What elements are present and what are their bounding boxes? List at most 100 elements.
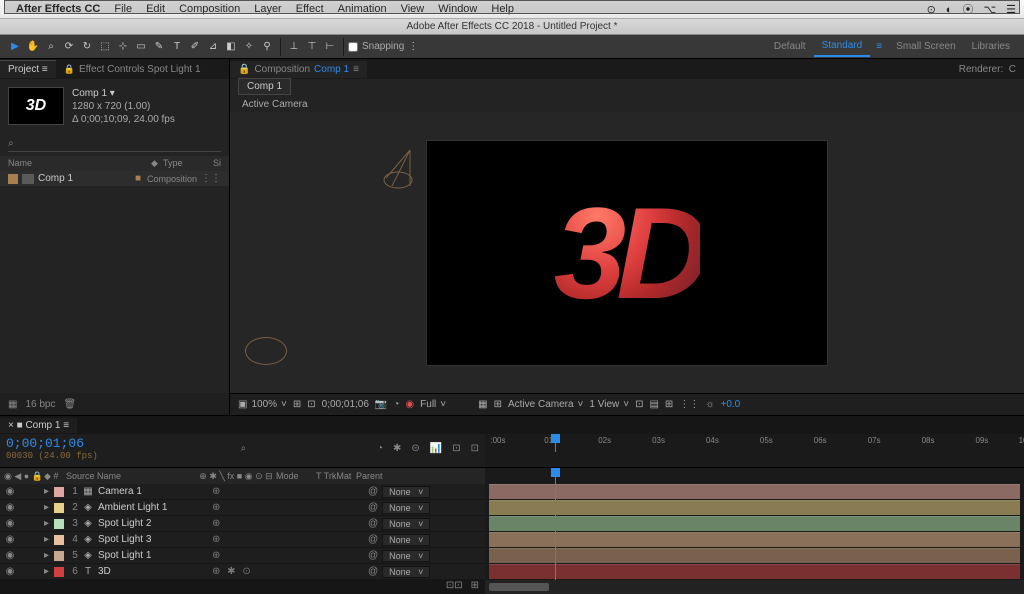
shape-tool[interactable]: ▭ bbox=[132, 38, 150, 56]
layer-track-bar[interactable] bbox=[489, 532, 1020, 547]
resolution-dropdown[interactable]: Full ˅ bbox=[420, 399, 446, 410]
project-item-comp1[interactable]: Comp 1 ■ Composition ⋮⋮ bbox=[0, 171, 229, 186]
type-tool[interactable]: T bbox=[168, 38, 186, 56]
col-trkmat[interactable]: T TrkMat bbox=[316, 471, 356, 481]
toggle-switches-icon[interactable]: ⊡⊡ bbox=[446, 580, 463, 594]
effect-controls-tab[interactable]: 🔒Effect Controls Spot Light 1 bbox=[56, 61, 209, 78]
selection-tool[interactable]: ▶ bbox=[6, 38, 24, 56]
snapshot-icon[interactable]: 📷 bbox=[375, 399, 387, 410]
track-area[interactable] bbox=[485, 468, 1024, 580]
fast-draft-icon[interactable]: ⊞ bbox=[665, 399, 673, 410]
zoom-tool[interactable]: ⌕ bbox=[42, 38, 60, 56]
comp-name[interactable]: Comp 1 ▾ bbox=[72, 87, 175, 100]
timeline-timecode[interactable]: 0;00;01;06 bbox=[6, 436, 98, 451]
project-search[interactable]: ⌕ bbox=[8, 138, 221, 152]
parent-dropdown[interactable]: None ˅ bbox=[382, 518, 430, 530]
visibility-icon[interactable]: ◉ bbox=[4, 566, 16, 577]
pickwhip-icon[interactable]: @ bbox=[368, 502, 378, 513]
visibility-icon[interactable]: ◉ bbox=[4, 518, 16, 529]
layer-track-bar[interactable] bbox=[489, 484, 1020, 499]
view-dropdown[interactable]: Active Camera ˅ bbox=[508, 399, 583, 410]
visibility-icon[interactable]: ◉ bbox=[4, 534, 16, 545]
visibility-icon[interactable]: ◉ bbox=[4, 486, 16, 497]
time-ruler[interactable]: :00s01s02s03s04s05s06s07s08s09s10s bbox=[485, 434, 1024, 452]
layer-row[interactable]: ◉▸4◈Spot Light 3⊕@None ˅ bbox=[0, 532, 485, 548]
layer-name[interactable]: Spot Light 1 bbox=[94, 550, 208, 561]
pickwhip-icon[interactable]: @ bbox=[368, 550, 378, 561]
axis-local-icon[interactable]: ⊥ bbox=[285, 38, 303, 56]
layer-switches[interactable]: ⊕ bbox=[208, 486, 288, 497]
orbit-tool[interactable]: ⟳ bbox=[60, 38, 78, 56]
col-source-name[interactable]: Source Name bbox=[66, 471, 196, 481]
col-parent[interactable]: Parent bbox=[356, 471, 481, 481]
parent-dropdown[interactable]: None ˅ bbox=[382, 566, 430, 578]
composition-viewer[interactable]: 3D 3D bbox=[230, 112, 1024, 393]
motion-blur-icon[interactable]: ⊝ bbox=[411, 443, 419, 454]
timeline-tab[interactable]: × ■ Comp 1 ≡ bbox=[0, 418, 77, 433]
playhead[interactable] bbox=[555, 434, 556, 452]
pickwhip-icon[interactable]: @ bbox=[368, 534, 378, 545]
layer-name[interactable]: Spot Light 2 bbox=[94, 518, 208, 529]
parent-dropdown[interactable]: None ˅ bbox=[382, 534, 430, 546]
time-navigator[interactable] bbox=[489, 583, 549, 591]
axis-world-icon[interactable]: ⊤ bbox=[303, 38, 321, 56]
axis-view-icon[interactable]: ⊢ bbox=[321, 38, 339, 56]
toggle-modes-icon[interactable]: ⊞ bbox=[471, 580, 479, 594]
viewer-timecode[interactable]: 0;00;01;06 bbox=[322, 399, 369, 410]
col-mode[interactable]: Mode bbox=[276, 471, 316, 481]
layer-row[interactable]: ◉▸1▦Camera 1⊕@None ˅ bbox=[0, 484, 485, 500]
work-area-bar[interactable] bbox=[4, 0, 1020, 14]
parent-dropdown[interactable]: None ˅ bbox=[382, 550, 430, 562]
clone-tool[interactable]: ⊿ bbox=[204, 38, 222, 56]
switches-icon[interactable]: ⊡ bbox=[471, 443, 479, 454]
layer-switches[interactable]: ⊕ ✱ ⊙ bbox=[208, 566, 288, 577]
3d-icon[interactable]: ⋮⋮ bbox=[679, 399, 699, 410]
twirl-icon[interactable]: ▸ bbox=[44, 534, 54, 545]
layer-track-bar[interactable] bbox=[489, 516, 1020, 531]
layer-row[interactable]: ◉▸6T3D⊕ ✱ ⊙@None ˅ bbox=[0, 564, 485, 580]
eraser-tool[interactable]: ◧ bbox=[222, 38, 240, 56]
composition-tab[interactable]: 🔒 Composition Comp 1 ≡ bbox=[230, 61, 367, 78]
layer-switches[interactable]: ⊕ bbox=[208, 502, 288, 513]
pickwhip-icon[interactable]: @ bbox=[368, 518, 378, 529]
visibility-icon[interactable]: ◉ bbox=[4, 502, 16, 513]
layer-color-swatch[interactable] bbox=[54, 551, 64, 561]
twirl-icon[interactable]: ▸ bbox=[44, 518, 54, 529]
layer-name[interactable]: Camera 1 bbox=[94, 486, 208, 497]
layer-name[interactable]: Spot Light 3 bbox=[94, 534, 208, 545]
layer-switches[interactable]: ⊕ bbox=[208, 518, 288, 529]
interpret-footage-icon[interactable]: ▦ bbox=[8, 399, 17, 410]
layer-name[interactable]: 3D bbox=[94, 566, 208, 577]
layer-color-swatch[interactable] bbox=[54, 519, 64, 529]
col-type[interactable]: Type bbox=[163, 158, 213, 169]
pickwhip-icon[interactable]: @ bbox=[368, 566, 378, 577]
brush-tool[interactable]: ✐ bbox=[186, 38, 204, 56]
color-icon[interactable]: ◉ bbox=[405, 399, 414, 410]
rotate-tool[interactable]: ↻ bbox=[78, 38, 96, 56]
layer-track-bar[interactable] bbox=[489, 500, 1020, 515]
layer-switches[interactable]: ⊕ bbox=[208, 550, 288, 561]
timeline-search[interactable]: ⌕ bbox=[241, 443, 247, 454]
draft-3d-icon[interactable]: ⊡ bbox=[452, 443, 460, 454]
layer-color-swatch[interactable] bbox=[54, 503, 64, 513]
twirl-icon[interactable]: ▸ bbox=[44, 486, 54, 497]
pixel-aspect-icon[interactable]: ▤ bbox=[649, 399, 658, 410]
workspace-small-screen[interactable]: Small Screen bbox=[888, 41, 963, 52]
layer-track-bar[interactable] bbox=[489, 564, 1020, 579]
exposure-icon[interactable]: ☼ bbox=[705, 399, 714, 410]
share-view-icon[interactable]: ⊡ bbox=[635, 399, 643, 410]
graph-editor-icon[interactable]: 📊 bbox=[430, 443, 442, 454]
magnification-dropdown[interactable]: ▣ 100% ˅ bbox=[238, 399, 287, 410]
view-count-dropdown[interactable]: 1 View ˅ bbox=[589, 399, 629, 410]
workspace-libraries[interactable]: Libraries bbox=[964, 41, 1018, 52]
col-size[interactable]: Si bbox=[213, 158, 221, 169]
layer-color-swatch[interactable] bbox=[54, 535, 64, 545]
col-name[interactable]: Name bbox=[8, 158, 151, 169]
channel-icon[interactable]: ◔ bbox=[393, 399, 399, 410]
parent-dropdown[interactable]: None ˅ bbox=[382, 502, 430, 514]
exposure-value[interactable]: +0.0 bbox=[720, 399, 740, 410]
breadcrumb-comp[interactable]: Comp 1 bbox=[238, 78, 291, 95]
resolution-icon[interactable]: ⊞ bbox=[293, 399, 301, 410]
twirl-icon[interactable]: ▸ bbox=[44, 550, 54, 561]
workspace-default[interactable]: Default bbox=[766, 41, 814, 52]
